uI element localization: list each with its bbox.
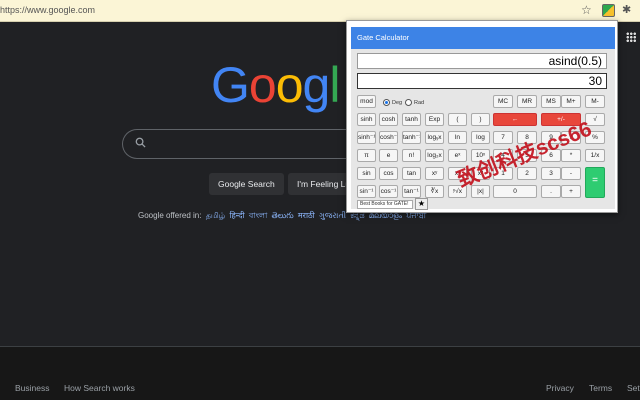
language-link[interactable]: தமிழ் [206, 211, 226, 220]
atanh-button[interactable]: tanh⁻¹ [402, 131, 421, 144]
browser-toolbar: https://www.google.com ☆ ✱ [0, 0, 640, 22]
m-plus-button[interactable]: M+ [561, 95, 581, 108]
extensions-puzzle-icon[interactable]: ✱ [622, 3, 631, 16]
google-search-button[interactable]: Google Search [209, 173, 284, 195]
footer-how-search-link[interactable]: How Search works [64, 383, 135, 393]
asin-button[interactable]: sin⁻¹ [357, 185, 376, 198]
add-button[interactable]: + [561, 185, 581, 198]
expression-display[interactable]: asind(0.5) [357, 53, 607, 69]
logo-letter: l [329, 57, 340, 113]
language-link[interactable]: मराठी [298, 211, 315, 220]
tan-button[interactable]: tan [402, 167, 421, 180]
exp-button[interactable]: Exp [425, 113, 444, 126]
cosh-button[interactable]: cosh [379, 113, 398, 126]
cube-root-button[interactable]: ∛x [425, 185, 444, 198]
asinh-button[interactable]: sinh⁻¹ [357, 131, 376, 144]
mr-button[interactable]: MR [517, 95, 537, 108]
language-link[interactable]: हिन्दी [229, 211, 244, 220]
backspace-button[interactable]: ← [493, 113, 537, 126]
language-link[interactable]: বাংলা [249, 211, 268, 220]
logo-letter: o [248, 57, 277, 113]
logyx-button[interactable]: logᵧx [425, 131, 444, 144]
footer-privacy-link[interactable]: Privacy [546, 383, 574, 393]
favorite-star-icon[interactable]: ★ [415, 198, 428, 210]
equals-button[interactable]: = [585, 167, 605, 198]
e-button[interactable]: e [379, 149, 398, 162]
sin-button[interactable]: sin [357, 167, 376, 180]
bookmark-star-icon[interactable]: ☆ [581, 3, 592, 17]
digit-3-button[interactable]: 3 [541, 167, 561, 180]
address-bar[interactable]: https://www.google.com [0, 5, 95, 15]
atan-button[interactable]: tan⁻¹ [402, 185, 421, 198]
factorial-button[interactable]: n! [402, 149, 421, 162]
subtract-button[interactable]: - [561, 167, 581, 180]
language-link[interactable]: తెలుగు [272, 211, 294, 220]
gate-calculator-extension-icon[interactable] [602, 4, 615, 17]
deg-radio[interactable] [383, 99, 390, 106]
right-paren-button[interactable]: ) [471, 113, 490, 126]
best-books-link[interactable]: Best Books for GATE! [357, 200, 413, 209]
sinh-button[interactable]: sinh [357, 113, 376, 126]
tanh-button[interactable]: tanh [402, 113, 421, 126]
logo-letter: o [275, 57, 304, 113]
log2x-button[interactable]: log₂x [425, 149, 444, 162]
footer-business-link[interactable]: Business [15, 383, 50, 393]
x-power-y-button[interactable]: xʸ [425, 167, 444, 180]
decimal-button[interactable]: . [541, 185, 561, 198]
deg-label: Deg [392, 100, 403, 106]
ln-button[interactable]: ln [448, 131, 467, 144]
acos-button[interactable]: cos⁻¹ [379, 185, 398, 198]
rad-radio[interactable] [405, 99, 412, 106]
google-apps-icon[interactable] [626, 32, 636, 42]
feeling-lucky-button[interactable]: I'm Feeling Lu [288, 173, 350, 195]
logo-letter: G [211, 57, 250, 113]
offered-in-label: Google offered in: [138, 211, 202, 220]
m-minus-button[interactable]: M- [585, 95, 605, 108]
search-icon [135, 137, 146, 148]
rad-label: Rad [414, 100, 425, 106]
cos-button[interactable]: cos [379, 167, 398, 180]
google-search-input[interactable] [122, 129, 362, 159]
result-display[interactable]: 30 [357, 73, 607, 89]
acosh-button[interactable]: cosh⁻¹ [379, 131, 398, 144]
log-button[interactable]: log [471, 131, 490, 144]
logo-letter: g [302, 57, 331, 113]
reciprocal-button[interactable]: 1/x [585, 149, 605, 162]
mod-button[interactable]: mod [357, 95, 376, 108]
pi-button[interactable]: π [357, 149, 376, 162]
left-paren-button[interactable]: ( [448, 113, 467, 126]
calculator-title: Gate Calculator [351, 27, 615, 49]
footer-terms-link[interactable]: Terms [589, 383, 612, 393]
ms-button[interactable]: MS [541, 95, 561, 108]
language-link[interactable]: ગુજરાતી [319, 211, 346, 220]
google-logo: Googl [211, 56, 340, 114]
footer-settings-link[interactable]: Setti [627, 383, 640, 393]
mc-button[interactable]: MC [493, 95, 513, 108]
digit-0-button[interactable]: 0 [493, 185, 537, 198]
